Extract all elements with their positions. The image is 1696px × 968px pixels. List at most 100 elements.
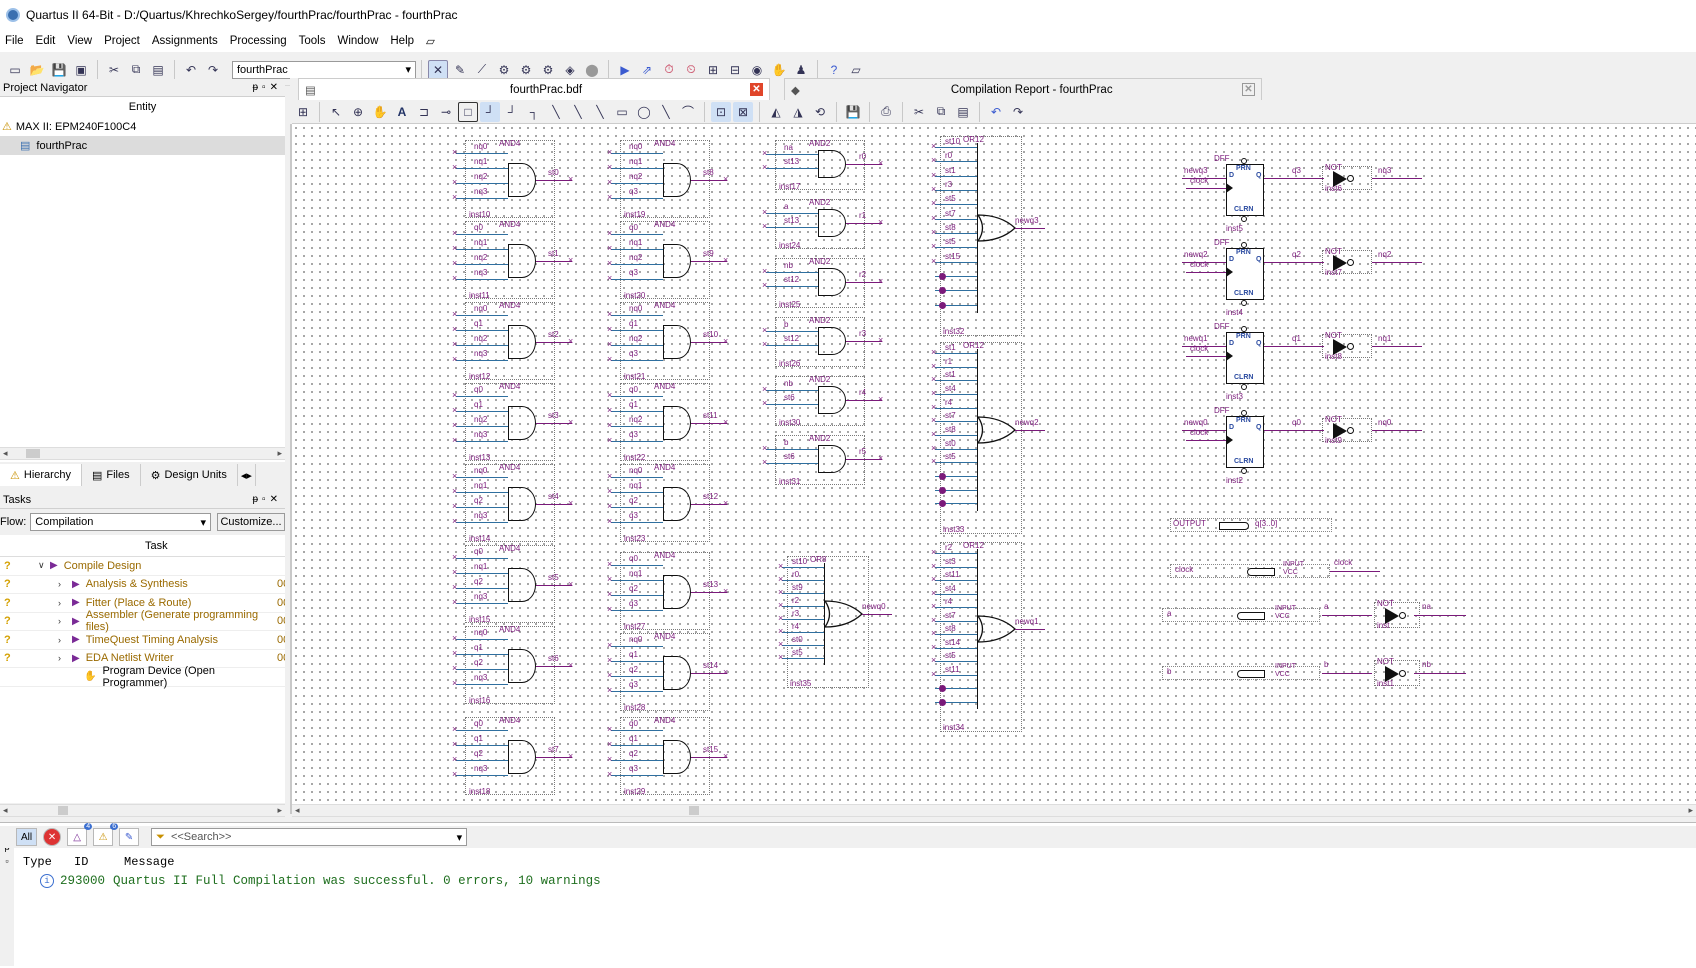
- and-gate[interactable]: AND4 nq0 × nq1 × nq2 × q3 × st8 × inst19: [607, 139, 728, 219]
- feedback-icon[interactable]: ▱: [421, 34, 442, 48]
- input-pin[interactable]: a INPUT VCC: [1162, 605, 1320, 622]
- cut-icon[interactable]: ✂: [104, 60, 124, 80]
- timequest-icon[interactable]: ⏲: [681, 60, 701, 80]
- timing-icon[interactable]: ⏱: [659, 60, 679, 80]
- or-gate[interactable]: OR8 st10 × r0 × st9 × r2 × r3 × r4 × st0 × st5 × newq0 ins…: [778, 555, 892, 688]
- and-gate[interactable]: AND2 na × st13 × r0 × inst17: [762, 139, 883, 191]
- stop-icon[interactable]: ⬤: [582, 60, 602, 80]
- message-row[interactable]: i 293000 Quartus II Full Compilation was…: [18, 872, 1696, 890]
- orthogonal-node-icon[interactable]: ┘: [480, 101, 500, 122]
- tab-files[interactable]: ▤ Files: [82, 464, 141, 486]
- feedback-icon[interactable]: ▱: [846, 60, 866, 80]
- start-compilation-icon[interactable]: ▶: [615, 60, 635, 80]
- paste-icon[interactable]: ▤: [148, 60, 168, 80]
- chip-icon[interactable]: ♟: [791, 60, 811, 80]
- copy-icon[interactable]: ⧉: [126, 60, 146, 80]
- partial-line-selection-icon[interactable]: ⊠: [733, 101, 753, 122]
- menu-project[interactable]: Project: [99, 35, 147, 47]
- redo-icon[interactable]: ↷: [203, 60, 223, 80]
- pin-planner-icon[interactable]: ✎: [450, 60, 470, 80]
- menu-processing[interactable]: Processing: [225, 35, 294, 47]
- or-gate[interactable]: OR12 st1 × r1 × st1 × st4 × r4 × st7 × st8 × st0 × st5 × ne…: [931, 341, 1045, 534]
- paste-icon[interactable]: ▤: [953, 102, 973, 122]
- expand-chevron-icon[interactable]: ›: [28, 616, 61, 626]
- and-gate[interactable]: AND4 nq0 × q1 × nq2 × q3 × st10 × inst21: [607, 301, 728, 381]
- and-gate[interactable]: AND4 nq0 × q1 × q2 × q3 × st14 × inst28: [607, 632, 728, 712]
- canvas-hscroll[interactable]: ◂ ▸: [292, 804, 1696, 817]
- expand-chevron-icon[interactable]: ›: [28, 579, 61, 589]
- expand-chevron-icon[interactable]: ›: [28, 653, 61, 663]
- settings-icon[interactable]: ⚙: [494, 60, 514, 80]
- menu-view[interactable]: View: [62, 35, 99, 47]
- run-task-icon[interactable]: ▶: [72, 579, 80, 590]
- tab-design-units[interactable]: ⚙ Design Units: [141, 464, 238, 486]
- task-row[interactable]: ? › ▶ TimeQuest Timing Analysis 00: [0, 631, 285, 650]
- dff-block[interactable]: DFF PRN CLRN D Qnewq3 clock q3 NOT inst6 nq3 inst5: [1172, 154, 1452, 240]
- customize-button[interactable]: Customize...: [217, 513, 285, 531]
- tasks-hscroll[interactable]: ◂ ▸: [0, 804, 285, 817]
- and-gate[interactable]: AND2 b × st6 × r5 × inst31: [762, 434, 883, 486]
- conduit-icon[interactable]: ┐: [524, 102, 544, 122]
- and-gate[interactable]: AND2 nb × st12 × r2 × inst25: [762, 257, 883, 309]
- suppress-icon[interactable]: ✎: [119, 828, 140, 846]
- optimize-icon[interactable]: ◈: [560, 60, 580, 80]
- selection-tool-icon[interactable]: ↖: [326, 102, 346, 122]
- and-gate[interactable]: AND4 q0 × q1 × q2 × nq3 × st7 × inst18: [452, 716, 573, 796]
- device-item[interactable]: ⚠ MAX II: EPM240F100C4: [0, 117, 285, 136]
- hand-tool-icon[interactable]: ✋: [370, 102, 390, 122]
- save-all-icon[interactable]: ▣: [71, 60, 91, 80]
- help-icon[interactable]: ?: [824, 60, 844, 80]
- input-pin[interactable]: clock INPUT VCC: [1170, 561, 1330, 578]
- cut-icon[interactable]: ✂: [909, 102, 929, 122]
- undo-icon[interactable]: ↶: [986, 102, 1006, 122]
- tab-bdf[interactable]: ▤ fourthPrac.bdf ✕: [298, 78, 770, 100]
- and-gate[interactable]: AND4 q0 × q1 × nq2 × q3 × st11 × inst22: [607, 382, 728, 462]
- detach-window-icon[interactable]: ⊞: [293, 102, 313, 122]
- close-icon[interactable]: ✕: [750, 83, 763, 96]
- block-tool-icon[interactable]: □: [458, 101, 478, 122]
- redo-icon[interactable]: ↷: [1008, 102, 1028, 122]
- menu-help[interactable]: Help: [385, 35, 421, 47]
- save-icon[interactable]: 💾: [843, 102, 863, 122]
- menu-tools[interactable]: Tools: [294, 35, 333, 47]
- or-gate[interactable]: OR12 st10 × r0 × st1 × r3 × st5 × st7 × st8 × st5 × st15 ×…: [931, 135, 1045, 336]
- task-row[interactable]: ? ∨ ▶ Compile Design: [0, 557, 285, 576]
- and-gate[interactable]: AND4 q0 × nq1 × q2 × nq3 × st5 × inst15: [452, 544, 573, 624]
- pin-tool-icon[interactable]: ⊸: [436, 102, 456, 122]
- orthogonal-bus-icon[interactable]: ┘: [502, 102, 522, 122]
- arc-icon[interactable]: ⌒: [678, 102, 698, 122]
- message-search-input[interactable]: ⏷ <<Search>> ▾: [151, 828, 468, 846]
- tab-scroll-right[interactable]: ◂▸: [238, 464, 256, 486]
- flow-combo[interactable]: Compilation ▾: [30, 513, 211, 531]
- error-filter-icon[interactable]: ✕: [43, 828, 62, 846]
- flip-vertical-icon[interactable]: ◮: [788, 102, 808, 122]
- diagonal-bus-icon[interactable]: ╲: [568, 102, 588, 122]
- project-combo[interactable]: fourthPrac ▾: [232, 60, 416, 79]
- run-task-icon[interactable]: ▶: [72, 616, 80, 627]
- undo-icon[interactable]: ↶: [181, 60, 201, 80]
- tab-compilation-report[interactable]: ◆ Compilation Report - fourthPrac ✕: [784, 78, 1262, 100]
- and-gate[interactable]: AND4 nq0 × nq1 × q2 × nq3 × st4 × inst14: [452, 463, 573, 543]
- and-gate[interactable]: AND4 q0 × nq1 × nq2 × q3 × st9 × inst20: [607, 220, 728, 300]
- signaltap-icon[interactable]: ✋: [769, 60, 789, 80]
- expand-chevron-icon[interactable]: ›: [28, 635, 61, 645]
- and-gate[interactable]: AND4 nq0 × q1 × nq2 × nq3 × st2 × inst12: [452, 301, 573, 381]
- menu-assignments[interactable]: Assignments: [147, 35, 225, 47]
- run-task-icon[interactable]: ▶: [72, 634, 80, 645]
- rectangle-icon[interactable]: ▭: [612, 102, 632, 122]
- panel-controls-icon[interactable]: ᵽ▫✕: [253, 82, 283, 93]
- open-folder-icon[interactable]: 📂: [27, 60, 47, 80]
- new-file-icon[interactable]: ▭: [5, 60, 25, 80]
- print-icon[interactable]: ⎙: [876, 102, 896, 122]
- and-gate[interactable]: AND4 nq0 × q1 × q2 × nq3 × st6 × inst16: [452, 625, 573, 705]
- close-icon[interactable]: ✕: [1242, 83, 1255, 96]
- top-entity-item[interactable]: ▤ fourthPrac: [0, 136, 285, 155]
- line-icon[interactable]: ╲: [656, 102, 676, 122]
- navigator-hscroll[interactable]: ◂ ▸: [0, 447, 285, 460]
- and-gate[interactable]: AND2 nb × st6 × r4 × inst30: [762, 375, 883, 427]
- run-task-icon[interactable]: ▶: [50, 560, 58, 571]
- flip-horizontal-icon[interactable]: ◭: [766, 102, 786, 122]
- run-task-icon[interactable]: ▶: [72, 597, 80, 608]
- diagonal-conduit-icon[interactable]: ╲: [590, 102, 610, 122]
- menu-window[interactable]: Window: [332, 35, 385, 47]
